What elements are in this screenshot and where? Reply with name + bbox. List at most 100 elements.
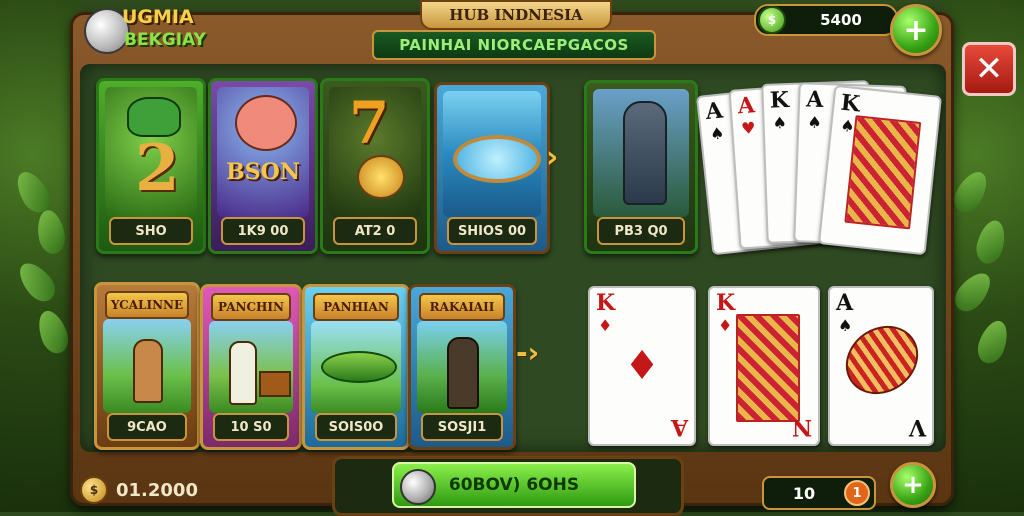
game-art: BSON bbox=[217, 87, 309, 217]
game-label: 10 S0 bbox=[213, 413, 289, 441]
play-button[interactable]: 60BOV) 6OHS bbox=[392, 462, 636, 508]
gold-coin-icon: $ bbox=[80, 476, 108, 504]
leaf-decoration bbox=[34, 208, 68, 256]
jungle-background-left bbox=[0, 0, 80, 512]
coin-icon: $ bbox=[758, 6, 786, 34]
explorer-icon bbox=[229, 341, 257, 405]
game-banner: YCALINNE bbox=[105, 291, 189, 319]
game-art bbox=[417, 321, 507, 413]
leaf-decoration bbox=[33, 306, 73, 358]
card-rank: A bbox=[805, 86, 824, 114]
page-title: HUB INDNESIA bbox=[420, 0, 612, 30]
stone-icon bbox=[400, 469, 436, 505]
spade-icon: ♠ bbox=[838, 316, 853, 335]
playing-card-king[interactable]: K ♦ N bbox=[708, 286, 820, 446]
card-rank: A bbox=[704, 97, 725, 126]
leaf-decoration bbox=[948, 166, 994, 218]
bison-title: BSON bbox=[226, 159, 300, 185]
game-label: SHIOS 00 bbox=[447, 217, 537, 245]
card-rank: K bbox=[839, 89, 862, 118]
game-tile-fish[interactable]: PANHIAN SOIS0O bbox=[302, 284, 410, 450]
game-label: SOIS0O bbox=[315, 413, 397, 441]
game-label: AT2 0 bbox=[333, 217, 417, 245]
game-tile-bison[interactable]: BSON 1K9 00 bbox=[208, 78, 318, 254]
game-art: 7 bbox=[329, 87, 421, 217]
leaf-decoration bbox=[973, 316, 1013, 368]
game-tile-hunter[interactable]: RAKAIAII SOSJI1 bbox=[408, 284, 516, 450]
close-icon: ✕ bbox=[974, 49, 1004, 89]
playing-card[interactable]: K ♦ ♦ A bbox=[588, 286, 696, 446]
card-rank: K bbox=[769, 86, 790, 114]
pig-creature-icon bbox=[235, 95, 297, 151]
game-tile-fountain[interactable]: SHIOS 00 bbox=[434, 82, 550, 254]
game-label: PB3 Q0 bbox=[597, 217, 685, 245]
play-button-label: 60BOV) 6OHS bbox=[448, 475, 580, 495]
spade-icon: ♠ bbox=[709, 123, 726, 144]
game-label: SOSJI1 bbox=[421, 413, 503, 441]
playing-card-ace[interactable]: A ♠ V bbox=[828, 286, 934, 446]
game-banner: PANCHIN bbox=[211, 293, 291, 321]
game-banner: PANHIAN bbox=[313, 293, 399, 321]
game-tile-fisherman[interactable]: YCALINNE 9CAO bbox=[94, 282, 200, 450]
balance-value: 5400 bbox=[820, 11, 862, 29]
game-tile-dragon[interactable]: 2 SHO bbox=[96, 78, 206, 254]
game-tile-knight[interactable]: PB3 Q0 bbox=[584, 80, 698, 254]
bet-display: 10 1 bbox=[762, 476, 876, 510]
logo-line-1: UGMIA bbox=[122, 6, 194, 28]
add-bet-button[interactable]: + bbox=[890, 462, 936, 508]
game-art bbox=[593, 89, 689, 217]
fountain-bowl-icon bbox=[453, 135, 541, 183]
game-art: 2 bbox=[105, 87, 197, 217]
card-rank: K bbox=[596, 290, 616, 316]
wallet-balance: $ 01.2000 bbox=[80, 474, 198, 506]
leaf-decoration bbox=[12, 256, 62, 308]
card-rank: K bbox=[716, 290, 736, 316]
diamond-icon: ♦ bbox=[624, 343, 660, 389]
game-logo: UGMIA BEKGIAY bbox=[84, 2, 208, 56]
knight-figure-icon bbox=[623, 101, 667, 205]
diamond-icon: ♦ bbox=[718, 316, 733, 335]
close-button[interactable]: ✕ bbox=[962, 42, 1016, 96]
game-art bbox=[103, 319, 191, 413]
gold-coin-icon bbox=[357, 155, 405, 199]
game-tile-treasure[interactable]: PANCHIN 10 S0 bbox=[200, 284, 302, 450]
king-face-icon bbox=[736, 314, 800, 422]
leaf-decoration bbox=[972, 217, 1010, 267]
card-rank: A bbox=[836, 290, 854, 316]
leaf-decoration bbox=[948, 266, 998, 318]
plus-icon: + bbox=[902, 470, 924, 500]
bet-value: 10 bbox=[792, 483, 816, 503]
card-rank-bottom: A bbox=[670, 414, 688, 440]
game-art bbox=[311, 321, 401, 413]
card-rank-bottom: N bbox=[791, 414, 812, 440]
card-rank-bottom: V bbox=[908, 414, 926, 440]
next-arrow-icon[interactable]: › bbox=[546, 140, 558, 175]
diamond-icon: ♦ bbox=[598, 316, 613, 335]
balance-display: $ 5400 bbox=[754, 4, 898, 36]
fish-icon bbox=[321, 351, 397, 383]
treasure-chest-icon bbox=[259, 371, 291, 397]
number-two-icon: 2 bbox=[135, 131, 180, 206]
logo-line-2: BEKGIAY bbox=[124, 30, 206, 50]
game-art bbox=[443, 91, 541, 217]
add-balance-button[interactable]: + bbox=[890, 4, 942, 56]
info-icon[interactable]: 1 bbox=[844, 480, 870, 506]
game-art bbox=[209, 321, 293, 413]
fisherman-icon bbox=[133, 339, 163, 403]
card-rank: A bbox=[736, 92, 756, 120]
wallet-balance-value: 01.2000 bbox=[116, 479, 198, 501]
next-arrow-icon[interactable]: -› bbox=[516, 336, 539, 369]
king-face-icon bbox=[844, 115, 922, 230]
game-label: 9CAO bbox=[107, 413, 187, 441]
page-subtitle: PAINHAI NIORCAEPGACOS bbox=[372, 30, 656, 60]
plus-icon: + bbox=[903, 12, 929, 48]
seven-icon: 7 bbox=[349, 89, 390, 157]
spade-icon: ♠ bbox=[807, 112, 823, 132]
hunter-icon bbox=[447, 337, 479, 409]
spade-icon: ♠ bbox=[772, 113, 788, 133]
game-tile-golden-seven[interactable]: 7 AT2 0 bbox=[320, 78, 430, 254]
playing-card-king[interactable]: K ♠ bbox=[817, 84, 943, 256]
game-label: SHO bbox=[109, 217, 193, 245]
heart-icon: ♥ bbox=[740, 118, 757, 139]
game-banner: RAKAIAII bbox=[419, 293, 505, 321]
